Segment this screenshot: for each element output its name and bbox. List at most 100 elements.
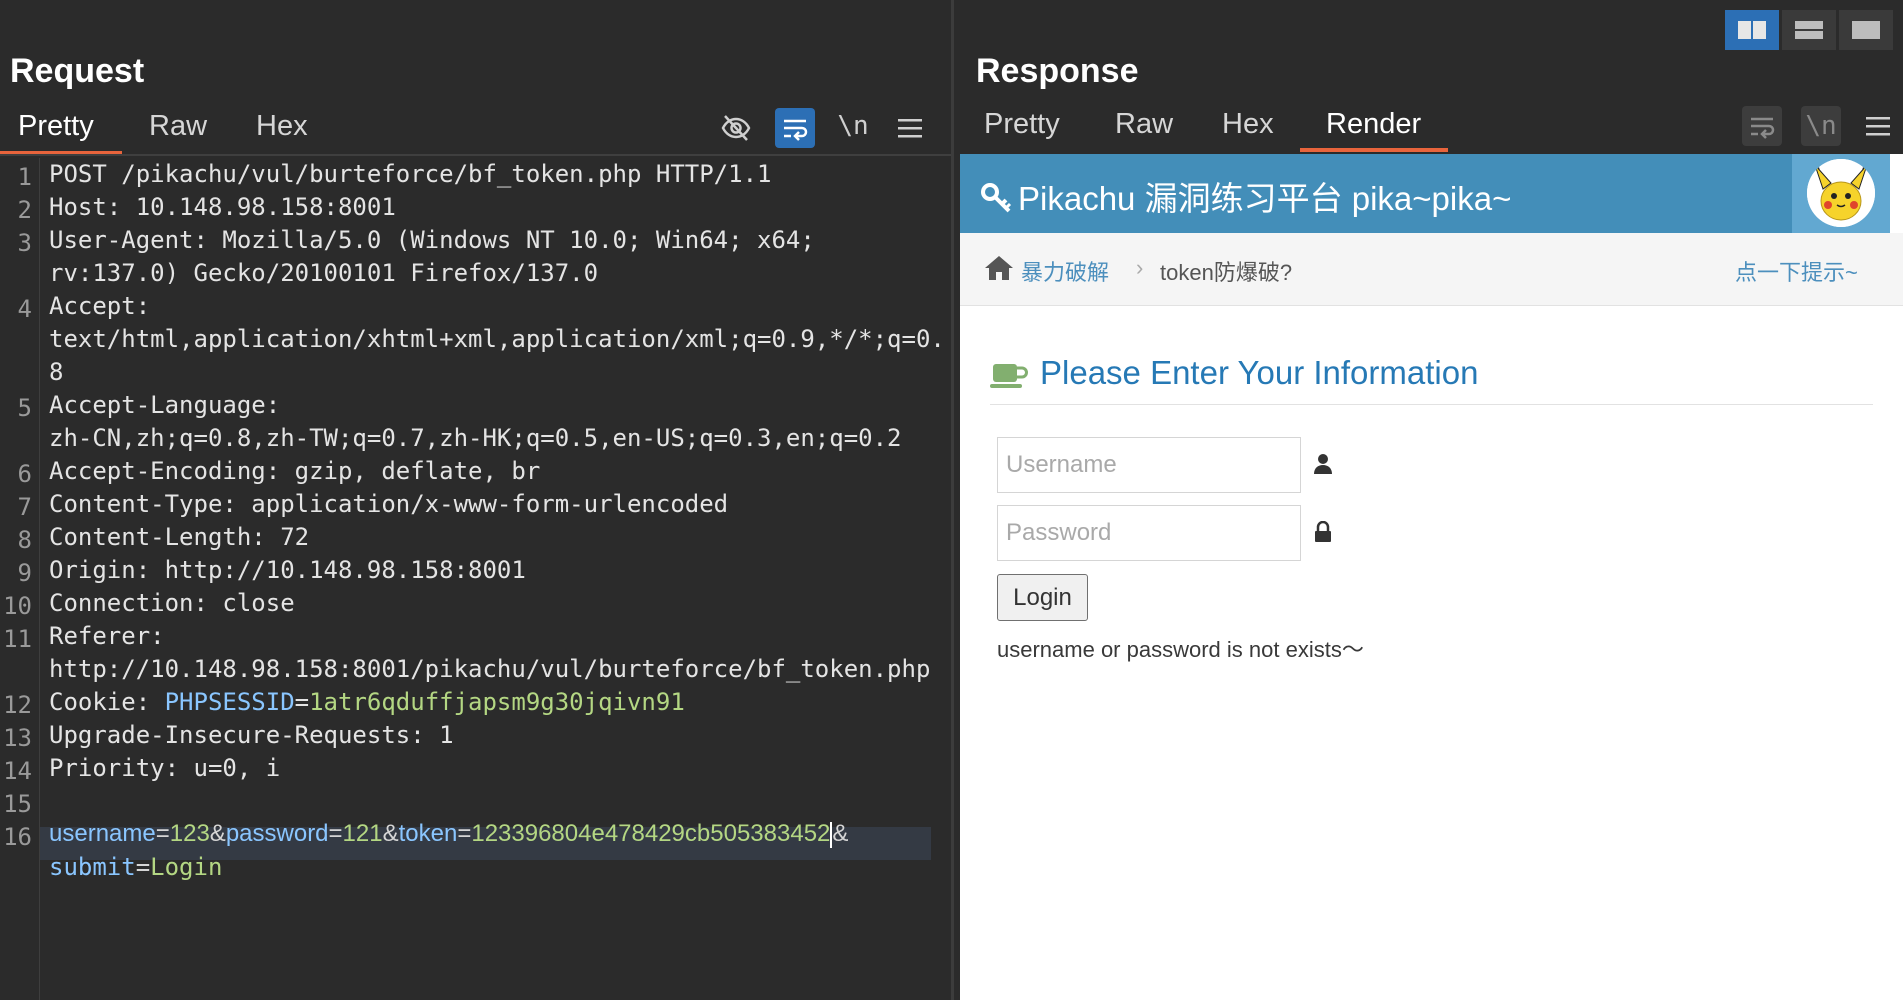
single-pane-icon	[1852, 21, 1880, 39]
cookie-line: Cookie: PHPSESSID=1atr6qduffjapsm9g30jqi…	[49, 688, 685, 716]
tab-response-raw[interactable]: Raw	[1115, 108, 1173, 151]
wrap-lines-icon	[784, 119, 808, 141]
code-line-wrap: zh-CN,zh;q=0.8,zh-TW;q=0.7,zh-HK;q=0.5,e…	[49, 424, 902, 452]
line-number: 10	[3, 592, 32, 620]
split-horizontal-icon	[1738, 21, 1766, 39]
site-title[interactable]: Pikachu 漏洞练习平台 pika~pika~	[980, 172, 1511, 220]
password-input[interactable]	[997, 505, 1301, 561]
line-number: 2	[17, 196, 32, 224]
show-newlines-button[interactable]: \n	[833, 106, 873, 146]
tab-response-pretty[interactable]: Pretty	[984, 108, 1060, 151]
login-button[interactable]: Login	[997, 574, 1088, 621]
line-number: 16	[3, 823, 32, 851]
lock-icon	[1315, 521, 1331, 542]
site-title-text: Pikachu 漏洞练习平台 pika~pika~	[1018, 180, 1512, 217]
body-line: username=123&password=121&token=12339680…	[49, 820, 849, 848]
cookie-eq: =	[294, 688, 310, 716]
line-number: 8	[17, 526, 32, 554]
tab-request-hex[interactable]: Hex	[256, 110, 308, 153]
hide-nonprintable-button[interactable]	[716, 108, 756, 148]
single-pane-button[interactable]	[1839, 10, 1893, 50]
key-icon	[981, 183, 1012, 213]
cookie-key: PHPSESSID	[164, 688, 295, 716]
response-title: Response	[976, 52, 1139, 90]
code-line: Accept-Language:	[49, 391, 281, 419]
line-number: 1	[17, 163, 32, 191]
split-vertical-icon	[1795, 21, 1823, 39]
cookie-header-name: Cookie:	[49, 688, 165, 716]
code-line: Host: 10.148.98.158:8001	[49, 193, 396, 221]
param-value: Login	[150, 853, 223, 881]
code-line: Connection: close	[49, 589, 295, 617]
pikachu-avatar-icon	[1807, 159, 1875, 227]
line-number: 11	[3, 625, 32, 653]
code-line: Content-Type: application/x-www-form-url…	[49, 490, 729, 518]
hint-link[interactable]: 点一下提示~	[1735, 255, 1858, 287]
request-pane: Request Pretty Raw Hex \n 1 2 3 4 5 6 7 …	[0, 0, 951, 1000]
chevron-right-icon: ›	[1136, 255, 1144, 280]
username-input[interactable]	[997, 437, 1301, 493]
wrap-lines-icon	[1751, 117, 1775, 139]
response-menu-button[interactable]	[1858, 106, 1898, 146]
line-number: 5	[17, 394, 32, 422]
tab-response-hex[interactable]: Hex	[1222, 108, 1274, 151]
param-key: submit	[49, 853, 136, 881]
code-line: Priority: u=0, i	[49, 754, 281, 782]
line-number: 4	[17, 295, 32, 323]
param-separator: &	[832, 820, 849, 847]
code-line: Referer:	[49, 622, 165, 650]
response-pane: Response Pretty Raw Hex Render \n Pikach…	[954, 0, 1903, 1000]
avatar-area	[1792, 154, 1890, 233]
response-newlines-button[interactable]: \n	[1801, 106, 1841, 146]
request-editor[interactable]: 1 2 3 4 5 6 7 8 9 10 11 12 13 14 15 16 P…	[0, 158, 951, 1000]
line-number: 7	[17, 493, 32, 521]
layout-toggle-group	[1725, 10, 1893, 50]
active-tab-indicator	[1300, 148, 1448, 152]
breadcrumb-home-link[interactable]: 暴力破解	[1021, 255, 1109, 287]
status-message: username or password is not exists～	[997, 637, 1364, 662]
request-menu-button[interactable]	[890, 108, 930, 148]
code-line-wrap: 8	[49, 358, 64, 386]
response-wrap-button[interactable]	[1742, 106, 1782, 146]
home-icon	[985, 256, 1013, 280]
site-header: Pikachu 漏洞练习平台 pika~pika~	[960, 154, 1792, 233]
code-line: Content-Length: 72	[49, 523, 310, 551]
hamburger-menu-icon	[1866, 117, 1890, 136]
eye-off-icon	[721, 115, 751, 141]
param-key: password	[225, 820, 329, 847]
response-tabs: Pretty Raw Hex Render \n	[954, 106, 1903, 156]
rendered-html-view: Pikachu 漏洞练习平台 pika~pika~ 暴力破解 › token防爆…	[960, 154, 1903, 1000]
line-number: 14	[3, 757, 32, 785]
line-number: 9	[17, 559, 32, 587]
request-tabs: Pretty Raw Hex \n	[0, 106, 951, 156]
tab-request-pretty[interactable]: Pretty	[18, 110, 94, 153]
coffee-cup-icon	[990, 364, 1028, 388]
param-key: token	[398, 820, 458, 847]
code-line: Accept:	[49, 292, 151, 320]
code-line-wrap: http://10.148.98.158:8001/pikachu/vul/bu…	[49, 655, 931, 683]
user-icon	[1314, 454, 1332, 474]
param-key: username	[49, 820, 156, 847]
split-horizontal-button[interactable]	[1725, 10, 1779, 50]
code-line: Upgrade-Insecure-Requests: 1	[49, 721, 454, 749]
line-number: 13	[3, 724, 32, 752]
breadcrumb: 暴力破解 › token防爆破? 点一下提示~	[960, 233, 1903, 306]
param-value: 123396804e478429cb505383452	[471, 820, 831, 847]
code-line: User-Agent: Mozilla/5.0 (Windows NT 10.0…	[49, 226, 815, 254]
split-vertical-button[interactable]	[1782, 10, 1836, 50]
code-line-wrap: rv:137.0) Gecko/20100101 Firefox/137.0	[49, 259, 599, 287]
cookie-value: 1atr6qduffjapsm9g30jqivn91	[309, 688, 685, 716]
line-number: 12	[3, 691, 32, 719]
avatar[interactable]	[1807, 159, 1875, 227]
tab-response-render[interactable]: Render	[1326, 108, 1421, 151]
code-line: POST /pikachu/vul/burteforce/bf_token.ph…	[49, 160, 772, 188]
code-line: Origin: http://10.148.98.158:8001	[49, 556, 526, 584]
breadcrumb-current: token防爆破?	[1160, 260, 1293, 285]
line-number: 6	[17, 460, 32, 488]
request-title: Request	[10, 52, 145, 90]
param-value: 121	[342, 820, 383, 847]
tab-request-raw[interactable]: Raw	[149, 110, 207, 153]
wrap-lines-button[interactable]	[775, 108, 815, 148]
line-number: 3	[17, 229, 32, 257]
line-number: 15	[3, 790, 32, 818]
